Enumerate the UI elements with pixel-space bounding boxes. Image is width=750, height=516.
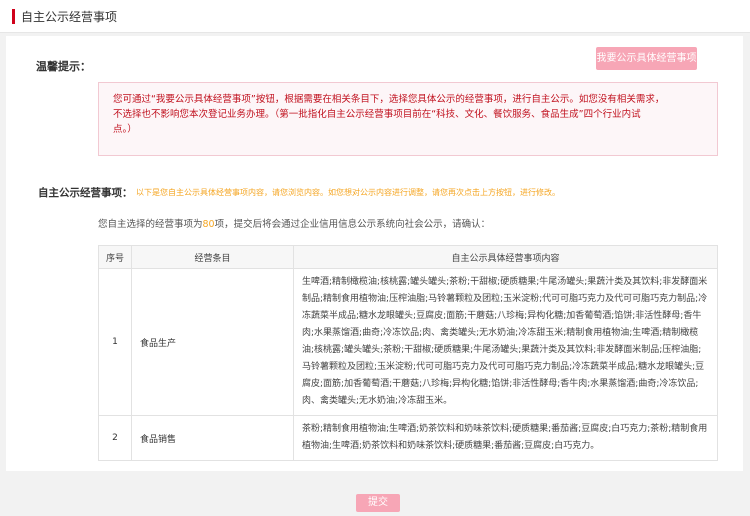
items-table: 序号 经营条目 自主公示具体经营事项内容 1 食品生产 生啤酒;精制橄榄油;核桃…	[98, 245, 718, 461]
header-accent-bar	[12, 9, 15, 24]
notice-line-2: 不选择也不影响您本次登记业务办理。（第一批指化自主公示经营事项目前在“科技、文化…	[113, 109, 641, 120]
notice-box: 您可通过“我要公示具体经营事项”按钮，根据需要在相关条目下，选择您具体公示的经营…	[98, 82, 718, 156]
table-header-row: 序号 经营条目 自主公示具体经营事项内容	[98, 245, 718, 269]
summary-text: 您自主选择的经营事项为80项，提交后将会通过企业信用信息公示系统向社会公示，请确…	[98, 216, 490, 230]
notice-line-3: 点。）	[113, 124, 137, 135]
column-header-content: 自主公示具体经营事项内容	[293, 245, 718, 269]
row-content: 茶粉;精制食用植物油;生啤酒;奶茶饮料和奶味茶饮料;硬质糖果;番茄酱;豆腐皮;白…	[293, 415, 718, 461]
row-number: 2	[98, 415, 132, 461]
summary-suffix: 项，提交后将会通过企业信用信息公示系统向社会公示，请确认：	[214, 219, 491, 230]
summary-prefix: 您自主选择的经营事项为	[98, 219, 203, 230]
column-header-no: 序号	[98, 245, 132, 269]
summary-count: 80	[202, 219, 215, 230]
main-panel: 温馨提示： 我要公示具体经营事项 您可通过“我要公示具体经营事项”按钮，根据需要…	[6, 36, 743, 471]
section-label: 自主公示经营事项：	[38, 187, 133, 199]
section-note: 以下是您自主公示具体经营事项内容，请您浏览内容。如您想对公示内容进行调整，请您再…	[136, 188, 560, 197]
row-category: 食品销售	[131, 415, 294, 461]
notice-line-1: 您可通过“我要公示具体经营事项”按钮，根据需要在相关条目下，选择您具体公示的经营…	[113, 94, 665, 105]
row-number: 1	[98, 268, 132, 416]
tip-label: 温馨提示：	[36, 60, 91, 73]
page-title: 自主公示经营事项	[21, 10, 118, 24]
row-content: 生啤酒;精制橄榄油;核桃露;罐头罐头;茶粉;干甜椒;硬质糖果;牛尾汤罐头;果蔬汁…	[293, 268, 718, 416]
table-row: 1 食品生产 生啤酒;精制橄榄油;核桃露;罐头罐头;茶粉;干甜椒;硬质糖果;牛尾…	[98, 268, 718, 416]
column-header-category: 经营条目	[131, 245, 294, 269]
submit-button[interactable]: 提交	[356, 494, 400, 512]
table-row: 2 食品销售 茶粉;精制食用植物油;生啤酒;奶茶饮料和奶味茶饮料;硬质糖果;番茄…	[98, 415, 718, 461]
public-items-button[interactable]: 我要公示具体经营事项	[596, 47, 697, 70]
page-header: 自主公示经营事项	[0, 0, 750, 33]
row-category: 食品生产	[131, 268, 294, 416]
